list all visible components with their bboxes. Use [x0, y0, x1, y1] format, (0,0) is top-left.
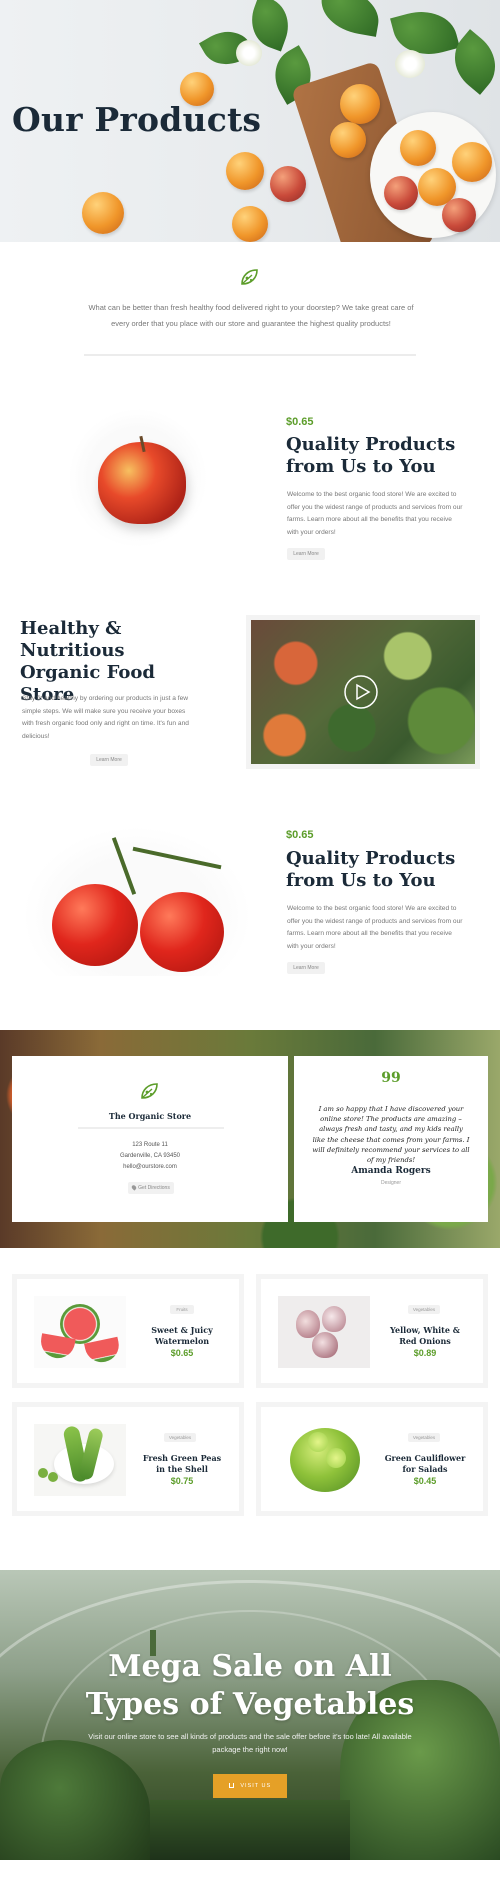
- map-pin-icon: [130, 1184, 138, 1191]
- reviewer-role: Designer: [380, 1180, 401, 1186]
- product-price: $0.75: [170, 1476, 194, 1486]
- address-line: Gardenville, CA 93450: [119, 1153, 181, 1159]
- feature-price: $0.65: [286, 829, 314, 841]
- reviewer-name: Amanda Rogers: [351, 1166, 431, 1176]
- sale-text: Visit our online store to see all kinds …: [88, 1732, 412, 1754]
- product-category-tag: Vegetables: [164, 1433, 196, 1442]
- visit-us-button[interactable]: VISIT US: [213, 1774, 287, 1798]
- product-name: Fresh Green Peas in the Shell: [142, 1453, 222, 1474]
- product-category-tag: Fruits: [170, 1305, 194, 1314]
- quote-icon: 99: [381, 1070, 401, 1086]
- flower-decoration: [395, 50, 425, 78]
- cart-icon: [228, 1783, 234, 1789]
- sale-heading: Mega Sale on All Types of Vegetables: [0, 1648, 500, 1724]
- flower-decoration: [236, 40, 262, 66]
- peas-image: [34, 1424, 126, 1496]
- sale-heading-line: Mega Sale on All: [108, 1649, 392, 1684]
- product-name: Sweet & Juicy Watermelon: [151, 1325, 213, 1346]
- apricot: [82, 192, 124, 234]
- intro-paragraph: What can be better than fresh healthy fo…: [88, 303, 414, 328]
- cauliflower-image: [278, 1424, 370, 1496]
- peach: [384, 176, 418, 210]
- apricot: [226, 152, 264, 190]
- feature-heading: Quality Products from Us to You: [286, 848, 456, 891]
- store-email[interactable]: hello@ourstore.com: [12, 1162, 288, 1173]
- divider: [84, 354, 416, 356]
- page-title: Our Products: [12, 100, 262, 139]
- peach: [442, 198, 476, 232]
- learn-more-button[interactable]: Learn More: [287, 548, 325, 560]
- product-category-tag: Vegetables: [408, 1433, 440, 1442]
- watermelon-image: [34, 1296, 126, 1368]
- apricot: [340, 84, 380, 124]
- feature-text: Stay fit and healthy by ordering our pro…: [22, 695, 189, 740]
- tomato-image: [22, 826, 252, 976]
- leaf-logo-icon: [141, 1083, 158, 1099]
- learn-more-button[interactable]: Learn More: [287, 962, 325, 974]
- product-price: $0.65: [170, 1348, 194, 1358]
- visit-us-label: VISIT US: [240, 1783, 272, 1789]
- product-name: Green Cauliflower for Salads: [384, 1453, 466, 1474]
- apple-image: [68, 408, 208, 548]
- play-icon[interactable]: [343, 674, 379, 710]
- peach: [270, 166, 306, 202]
- sale-heading-line: Types of Vegetables: [85, 1687, 415, 1722]
- directions-label: Get Directions: [138, 1185, 170, 1191]
- product-name: Yellow, White & Red Onions: [390, 1325, 460, 1346]
- product-price: $0.45: [413, 1476, 437, 1486]
- feature-heading: Quality Products from Us to You: [286, 434, 456, 477]
- onions-image: [278, 1296, 370, 1368]
- learn-more-button[interactable]: Learn More: [90, 754, 128, 766]
- leaf-decoration: [316, 0, 384, 37]
- directions-button[interactable]: Get Directions: [128, 1182, 174, 1194]
- address-line: 123 Route 11: [132, 1142, 168, 1148]
- divider: [78, 1127, 224, 1129]
- store-name: The Organic Store: [108, 1111, 192, 1121]
- feature-text: Welcome to the best organic food store! …: [287, 905, 463, 950]
- leaf-logo-icon: [241, 269, 258, 285]
- feature-price: $0.65: [286, 416, 314, 428]
- product-category-tag: Vegetables: [408, 1305, 440, 1314]
- apricot-half: [232, 206, 268, 242]
- apricot-half: [330, 122, 366, 158]
- apricot: [452, 142, 492, 182]
- apricot: [400, 130, 436, 166]
- footer-space: [0, 1860, 500, 1896]
- product-price: $0.89: [413, 1348, 437, 1358]
- testimonial-quote: I am so happy that I have discovered you…: [312, 1105, 470, 1165]
- feature-text: Welcome to the best organic food store! …: [287, 491, 463, 536]
